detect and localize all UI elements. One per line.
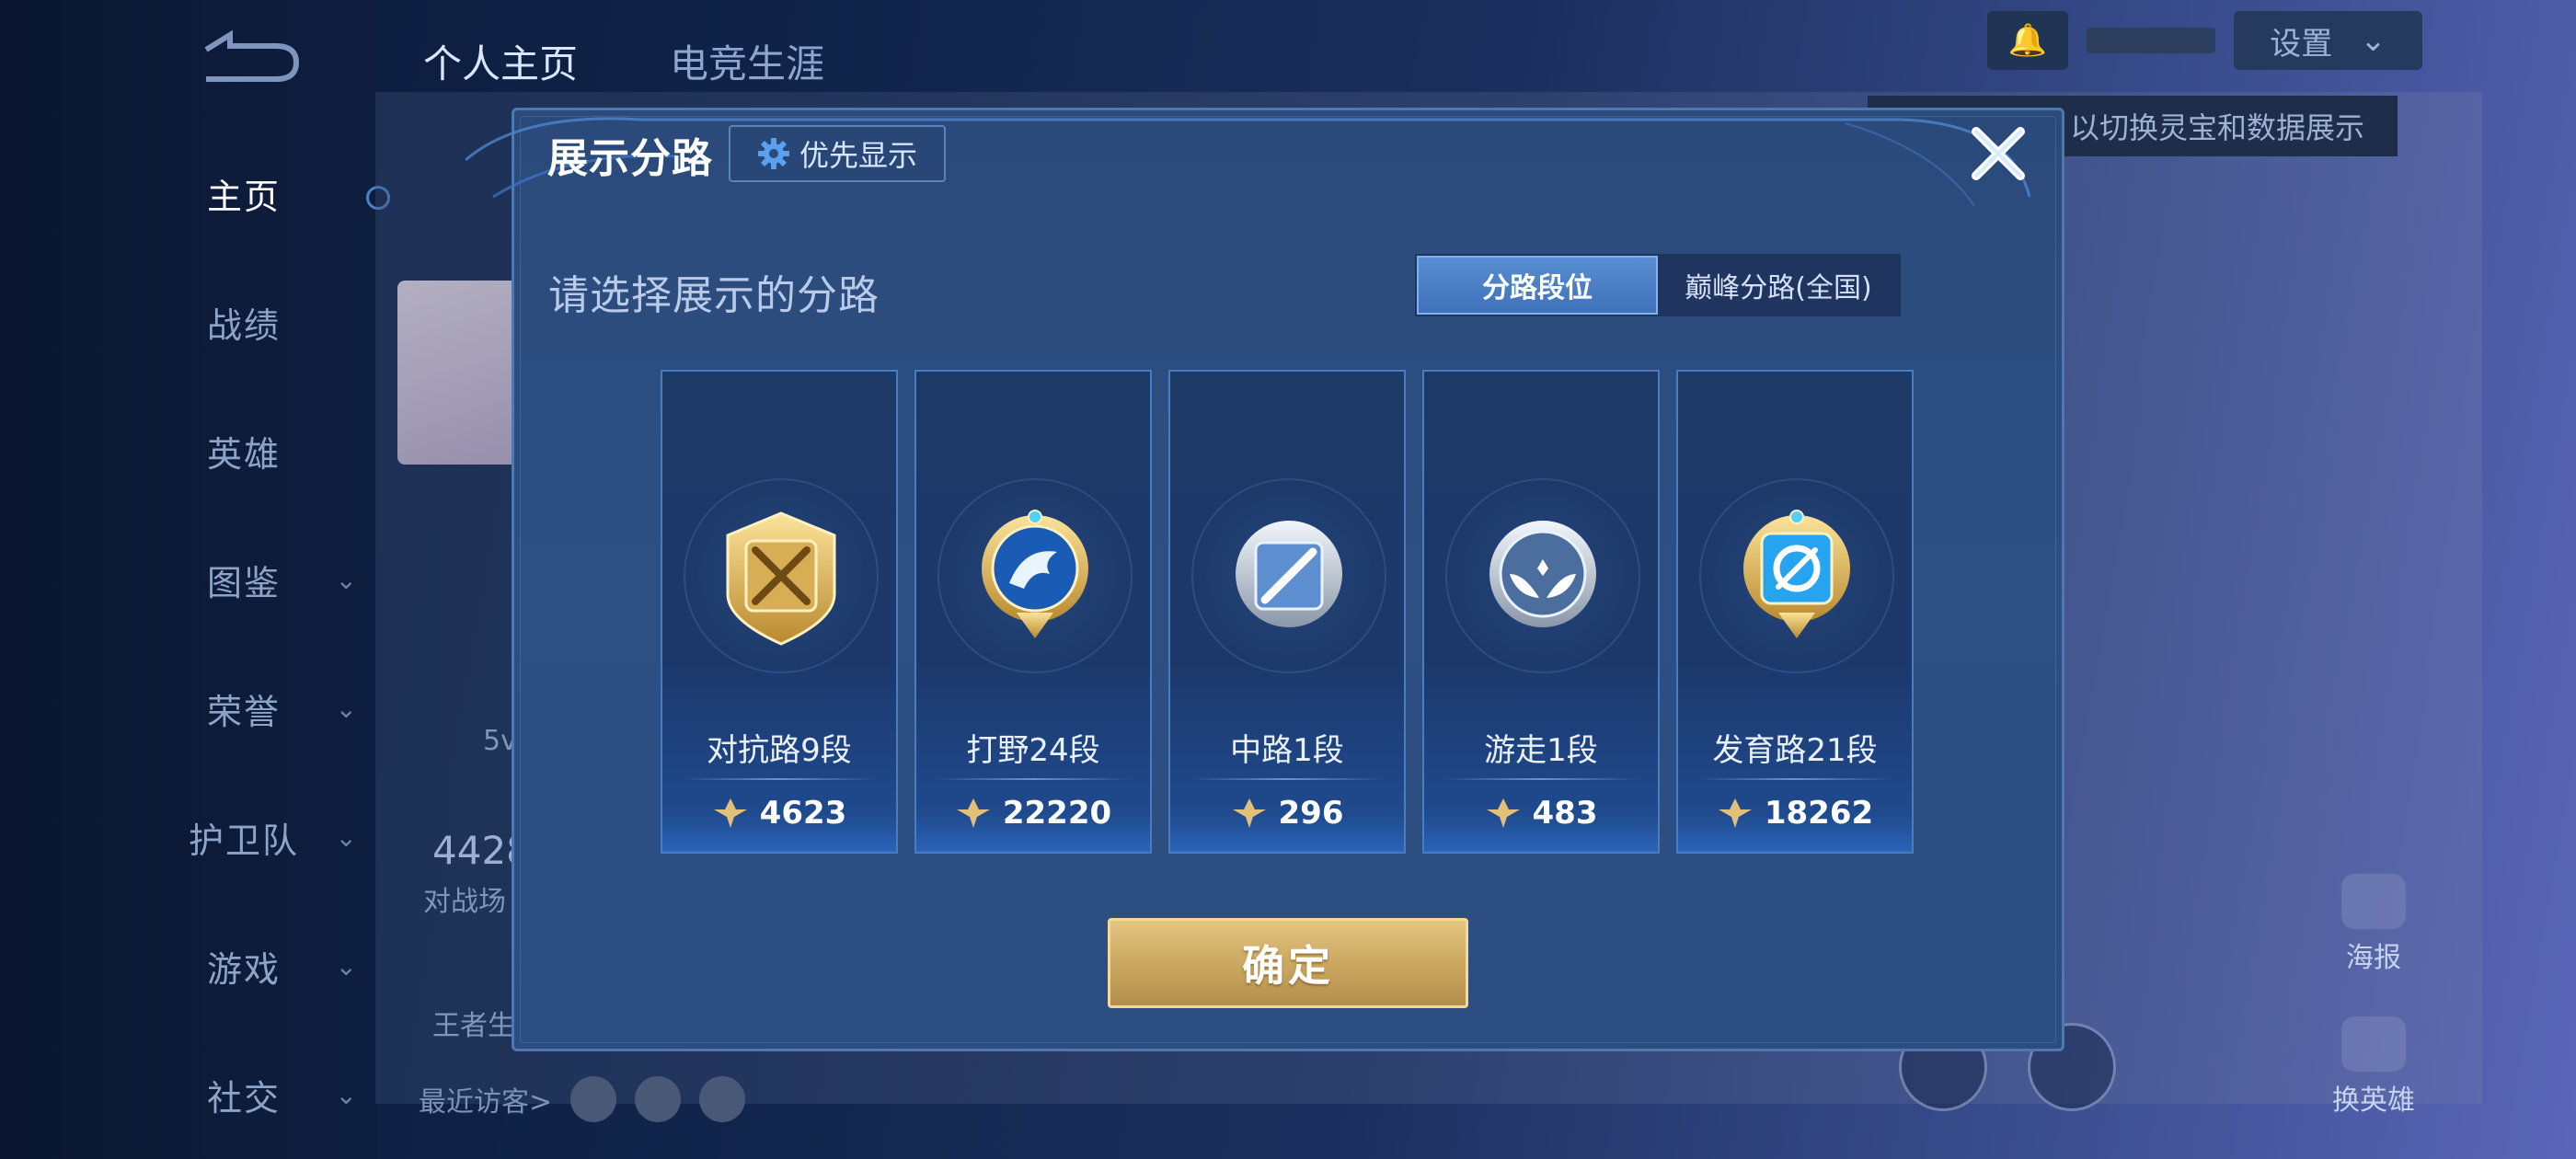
priority-display-button[interactable]: 优先显示 — [729, 125, 946, 182]
nav-item-codex[interactable]: 图鉴 ⌄ — [147, 543, 359, 616]
poster-button[interactable]: 海报 — [2323, 874, 2424, 975]
points-icon — [956, 798, 990, 828]
avatar — [397, 281, 526, 465]
back-arrow-icon — [204, 29, 300, 82]
switch-hero-icon — [2341, 1016, 2406, 1072]
segment-peak-lane[interactable]: 巅峰分路(全国) — [1658, 256, 1899, 315]
nav-item-home[interactable]: 主页 — [147, 156, 359, 230]
crossed-swords-emblem-icon — [726, 511, 836, 646]
lane-points: 18262 — [1678, 795, 1912, 832]
lane-rank: 打野24段 — [966, 732, 1100, 769]
chevron-down-icon: ⌄ — [335, 821, 359, 853]
card-divider — [937, 778, 1130, 780]
lane-points: 4623 — [662, 795, 896, 832]
nav-item-social[interactable]: 社交 ⌄ — [147, 1058, 359, 1131]
lane-card-farm[interactable]: 发育路21段 18262 — [1676, 370, 1914, 854]
recent-visitors-label: 最近访客> — [419, 1086, 553, 1119]
card-divider — [1698, 778, 1892, 780]
lane-points: 483 — [1424, 795, 1658, 832]
close-icon — [1972, 127, 2025, 180]
nav-item-label: 游戏 — [206, 948, 281, 990]
chevron-down-icon: ⌄ — [2360, 22, 2386, 59]
close-button[interactable] — [1967, 122, 2030, 185]
points-icon — [1718, 798, 1752, 828]
staff-emblem-icon — [1236, 521, 1342, 627]
card-divider — [683, 778, 876, 780]
profile-tabs: 个人主页 电竞生涯 — [423, 33, 824, 89]
segment-lane-rank[interactable]: 分路段位 — [1417, 256, 1658, 315]
nav-item-games[interactable]: 游戏 ⌄ — [147, 929, 359, 1003]
lane-points: 296 — [1170, 795, 1404, 832]
poster-label: 海报 — [2346, 942, 2401, 974]
target-emblem-icon — [1743, 510, 1850, 638]
points-icon — [713, 798, 747, 828]
visitor-avatar[interactable] — [635, 1076, 682, 1122]
lane-rank: 中路1段 — [1230, 732, 1344, 769]
nav-item-records[interactable]: 战绩 — [147, 285, 359, 359]
lane-points-value: 296 — [1278, 795, 1344, 832]
lane-rank: 对抗路9段 — [707, 732, 852, 769]
dragon-emblem-icon — [982, 510, 1088, 638]
chevron-down-icon: ⌄ — [335, 693, 359, 724]
priority-display-label: 优先显示 — [799, 138, 917, 173]
lane-points: 22220 — [916, 795, 1150, 832]
lane-card-mid[interactable]: 中路1段 296 — [1168, 370, 1406, 854]
poster-icon — [2341, 874, 2406, 929]
lane-rank: 游走1段 — [1484, 732, 1598, 769]
king-career-label: 王者生 — [432, 1010, 515, 1042]
lane-card-roam[interactable]: 游走1段 483 — [1422, 370, 1660, 854]
switch-hero-label: 换英雄 — [2332, 1084, 2415, 1117]
settings-button[interactable]: 设置 ⌄ — [2234, 11, 2422, 70]
dialog-title: 展示分路 — [547, 135, 713, 182]
confirm-button[interactable]: 确定 — [1108, 918, 1468, 1008]
info-badge — [2087, 28, 2215, 53]
top-right-toolbar: 🔔 设置 ⌄ — [1987, 11, 2422, 70]
nav-item-label: 英雄 — [206, 433, 281, 475]
nav-item-label: 图鉴 — [206, 562, 281, 603]
nav-item-heroes[interactable]: 英雄 — [147, 414, 359, 488]
lane-points-value: 22220 — [1002, 795, 1112, 832]
points-icon — [1232, 798, 1266, 828]
points-icon — [1486, 798, 1520, 828]
match-count-label: 对战场 — [423, 886, 506, 918]
chevron-down-icon: ⌄ — [335, 1079, 359, 1110]
segment-switch: 分路段位 巅峰分路(全国) — [1415, 254, 1901, 316]
lane-points-value: 4623 — [759, 795, 847, 832]
visitor-avatar[interactable] — [699, 1076, 746, 1122]
card-divider — [1190, 778, 1384, 780]
lane-points-value: 18262 — [1764, 795, 1874, 832]
nav-item-guard[interactable]: 护卫队 ⌄ — [147, 800, 359, 874]
tab-profile[interactable]: 个人主页 — [423, 33, 578, 89]
visitor-avatar[interactable] — [570, 1076, 617, 1122]
nav-item-label: 社交 — [206, 1077, 281, 1119]
lane-card-top[interactable]: 对抗路9段 4623 — [661, 370, 898, 854]
gear-icon — [757, 138, 789, 169]
card-divider — [1444, 778, 1638, 780]
chevron-down-icon: ⌄ — [335, 950, 359, 981]
nav-item-label: 战绩 — [206, 304, 281, 346]
nav-item-label: 荣誉 — [206, 691, 281, 732]
wings-emblem-icon — [1489, 521, 1596, 627]
tab-esports[interactable]: 电竞生涯 — [670, 33, 824, 89]
notification-bell-icon[interactable]: 🔔 — [1987, 11, 2068, 70]
lane-points-value: 483 — [1532, 795, 1598, 832]
switch-hero-button[interactable]: 换英雄 — [2323, 1016, 2424, 1118]
lane-card-list: 对抗路9段 4623 打野24段 22220 中路1段 296 游走1段 483… — [661, 370, 1914, 854]
chevron-down-icon: ⌄ — [335, 564, 359, 595]
nav-item-honor[interactable]: 荣誉 ⌄ — [147, 671, 359, 745]
settings-label: 设置 — [2270, 25, 2333, 63]
lane-card-jungle[interactable]: 打野24段 22220 — [914, 370, 1152, 854]
dialog-subtitle: 请选择展示的分路 — [548, 272, 880, 319]
nav-item-label: 主页 — [206, 176, 281, 217]
back-button[interactable] — [193, 29, 304, 85]
nav-item-label: 护卫队 — [188, 820, 299, 861]
lane-rank: 发育路21段 — [1712, 732, 1878, 769]
recent-visitors[interactable]: 最近访客> — [419, 1076, 746, 1122]
